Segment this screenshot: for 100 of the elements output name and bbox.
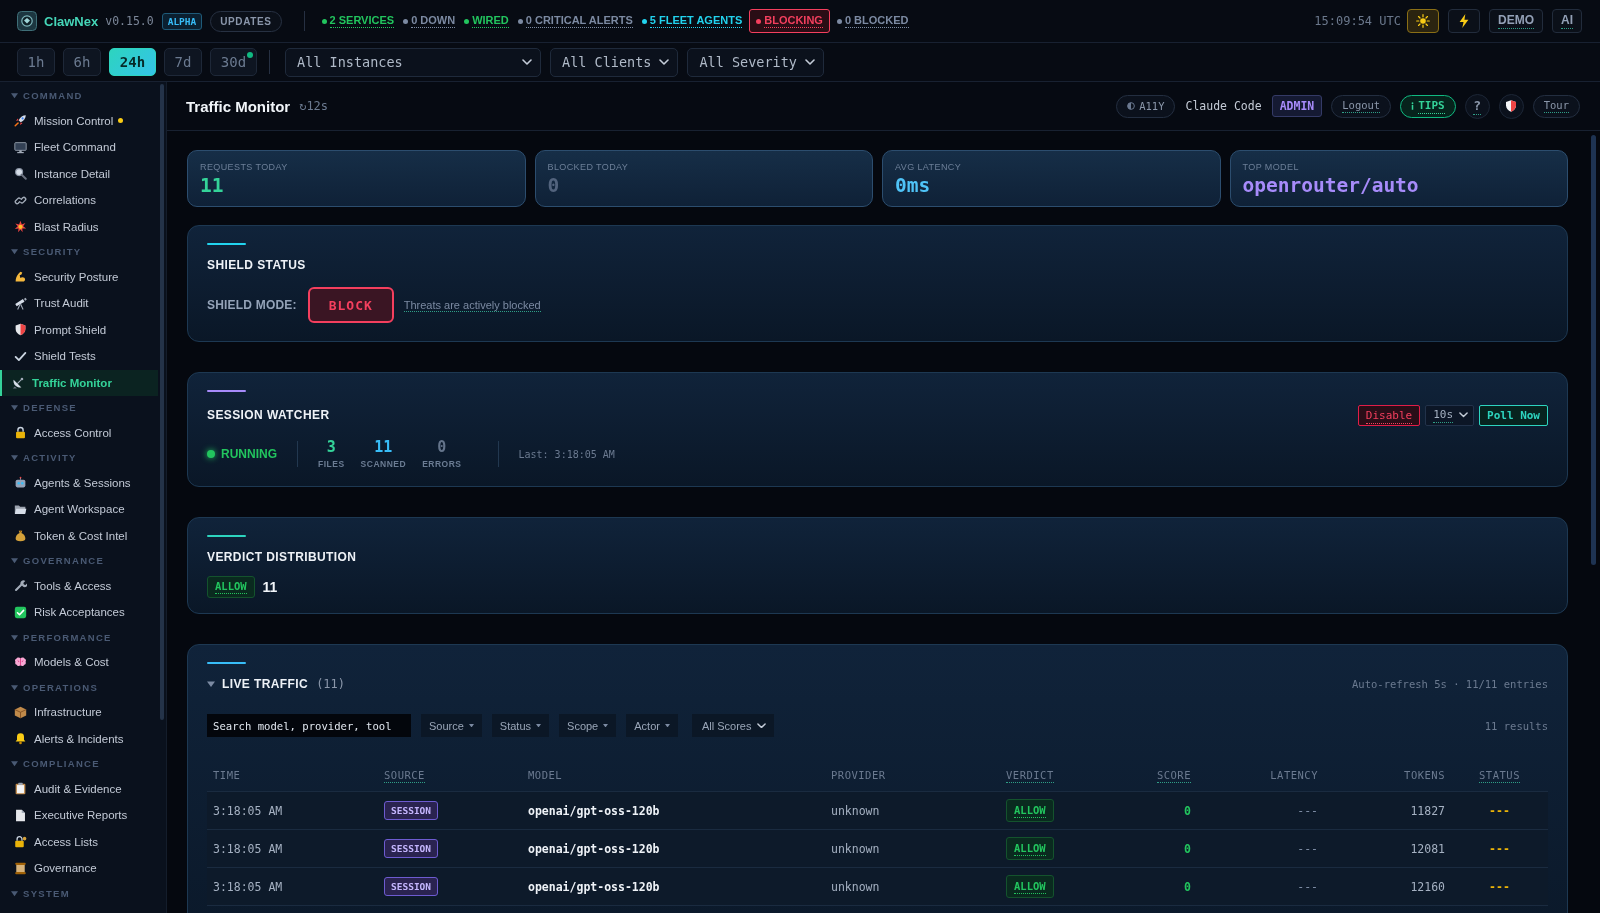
satellite-dish-icon: [12, 376, 25, 390]
verdict-tag: ALLOW: [1006, 837, 1054, 860]
sidebar-item[interactable]: Executive Reports: [0, 802, 158, 829]
telescope-icon: [14, 296, 27, 310]
stat-value: 0ms: [895, 173, 932, 198]
sidebar-item[interactable]: Token & Cost Intel: [0, 522, 158, 549]
table-cell-text: openai/gpt-oss-120b: [527, 803, 661, 818]
sidebar-item[interactable]: Instance Detail: [0, 160, 158, 187]
quick-action-button[interactable]: [1448, 9, 1480, 33]
status-indicator[interactable]: WIRED: [462, 12, 511, 30]
stat-label: FILES: [318, 458, 345, 470]
stat-label: SCANNED: [360, 458, 407, 470]
tips-button[interactable]: TIPS: [1400, 94, 1456, 118]
time-range-tab[interactable]: 30d: [210, 48, 257, 76]
sidebar-item[interactable]: Risk Acceptances: [0, 599, 158, 626]
sidebar-item[interactable]: Infrastructure: [0, 699, 158, 726]
shield-icon: [14, 323, 27, 337]
column-header: SOURCE: [383, 768, 426, 781]
sidebar-item[interactable]: Correlations: [0, 187, 158, 214]
chevron-down-icon: [804, 59, 815, 65]
scrollbar-thumb[interactable]: [160, 84, 164, 720]
table-cell-text: unknown: [830, 841, 881, 856]
table-cell-text: ---: [1488, 879, 1511, 894]
sidebar-item[interactable]: Traffic Monitor: [0, 369, 158, 396]
sidebar-item[interactable]: Mission Control: [0, 107, 158, 134]
accessibility-button[interactable]: A11Y: [1116, 94, 1176, 118]
logout-button[interactable]: Logout: [1331, 94, 1392, 118]
refresh-timer: ↻12s: [299, 99, 329, 113]
sidebar-item[interactable]: Alerts & Incidents: [0, 725, 158, 752]
interval-dropdown[interactable]: 10s: [1425, 404, 1474, 426]
score-dropdown[interactable]: All Scores: [691, 714, 775, 737]
clipboard-icon: [14, 782, 27, 796]
table-cell-text: 12160: [1409, 879, 1446, 894]
filter-dropdown[interactable]: Status: [491, 714, 550, 737]
status-indicator[interactable]: 0 BLOCKED: [834, 12, 911, 30]
release-badge: ALPHA: [161, 12, 203, 30]
sidebar-item[interactable]: Access Control: [0, 419, 158, 446]
time-range-tab[interactable]: 1h: [17, 48, 55, 76]
time-range-tab[interactable]: 7d: [164, 48, 202, 76]
sidebar-item[interactable]: Fleet Command: [0, 134, 158, 161]
sidebar-item[interactable]: Tools & Access: [0, 572, 158, 599]
search-field[interactable]: Search model, provider, tool: [207, 714, 411, 737]
help-button[interactable]: ?: [1464, 93, 1490, 119]
sidebar-item[interactable]: Trust Audit: [0, 290, 158, 317]
card-title: SHIELD STATUS: [207, 257, 307, 273]
brain-icon: [14, 655, 27, 669]
stat-label: TOP MODEL: [1242, 161, 1300, 173]
verdict-tag: ALLOW: [1006, 799, 1054, 822]
toolbar-button[interactable]: AI: [1552, 9, 1582, 33]
updates-button[interactable]: UPDATES: [210, 10, 282, 32]
column-header: VERDICT: [1005, 768, 1055, 781]
status-indicator[interactable]: 2 SERVICES: [319, 12, 397, 30]
theme-toggle-button[interactable]: [1407, 9, 1439, 33]
status-indicator[interactable]: 5 FLEET AGENTS: [639, 12, 745, 30]
sidebar-item[interactable]: Audit & Evidence: [0, 775, 158, 802]
sidebar-item[interactable]: Access Lists: [0, 828, 158, 855]
filter-dropdown[interactable]: All Clients: [550, 47, 679, 77]
scrollbar-thumb[interactable]: [1591, 135, 1596, 565]
poll-now-button[interactable]: Poll Now: [1479, 404, 1548, 426]
filter-dropdown[interactable]: Scope: [559, 714, 617, 737]
chevron-down-icon: [659, 59, 670, 65]
monitor-icon: [14, 140, 27, 154]
app-name: ClawNex: [44, 13, 99, 29]
sidebar-item[interactable]: Agents & Sessions: [0, 469, 158, 496]
sidebar-item[interactable]: Governance: [0, 855, 158, 882]
filter-dropdown[interactable]: Actor: [626, 714, 678, 737]
column-header: SCORE: [1155, 768, 1192, 781]
toolbar-button[interactable]: DEMO: [1489, 9, 1543, 33]
caret-icon[interactable]: [207, 680, 215, 688]
shield-icon: [1506, 100, 1517, 112]
filter-dropdown[interactable]: All Severity: [687, 47, 824, 77]
disable-button[interactable]: Disable: [1357, 404, 1421, 426]
explosion-icon: [14, 220, 27, 234]
padlock-icon: [14, 426, 27, 440]
table-cell-text: 11827: [1409, 803, 1446, 818]
sidebar-item[interactable]: Agent Workspace: [0, 496, 158, 523]
lightning-icon: [1457, 14, 1471, 28]
shield-mode-button[interactable]: BLOCK: [307, 287, 394, 323]
sidebar-item[interactable]: Blast Radius: [0, 213, 158, 240]
stat-label: REQUESTS TODAY: [200, 161, 289, 173]
card-title: LIVE TRAFFIC: [222, 676, 309, 692]
sidebar-item[interactable]: Security Posture: [0, 263, 158, 290]
column-header: TIME: [212, 768, 242, 781]
filter-dropdown[interactable]: Source: [421, 714, 482, 737]
shield-button[interactable]: [1498, 93, 1524, 119]
sidebar-item[interactable]: Models & Cost: [0, 649, 158, 676]
sidebar-item[interactable]: Shield Tests: [0, 343, 158, 370]
time-range-tab[interactable]: 24h: [109, 48, 156, 76]
status-indicator[interactable]: 0 DOWN: [401, 12, 458, 30]
sidebar-item[interactable]: Prompt Shield: [0, 316, 158, 343]
caret-icon: [468, 723, 474, 728]
time-range-tab[interactable]: 6h: [63, 48, 101, 76]
alert-indicator[interactable]: BLOCKING: [749, 9, 830, 33]
column-header: LATENCY: [1269, 768, 1319, 781]
verdict-count: 11: [262, 579, 278, 595]
tour-button[interactable]: Tour: [1532, 94, 1580, 118]
sun-icon: [1416, 14, 1430, 28]
status-indicator[interactable]: 0 CRITICAL ALERTS: [515, 12, 635, 30]
filter-dropdown[interactable]: All Instances: [285, 47, 541, 77]
verdict-tag: ALLOW: [207, 576, 255, 598]
